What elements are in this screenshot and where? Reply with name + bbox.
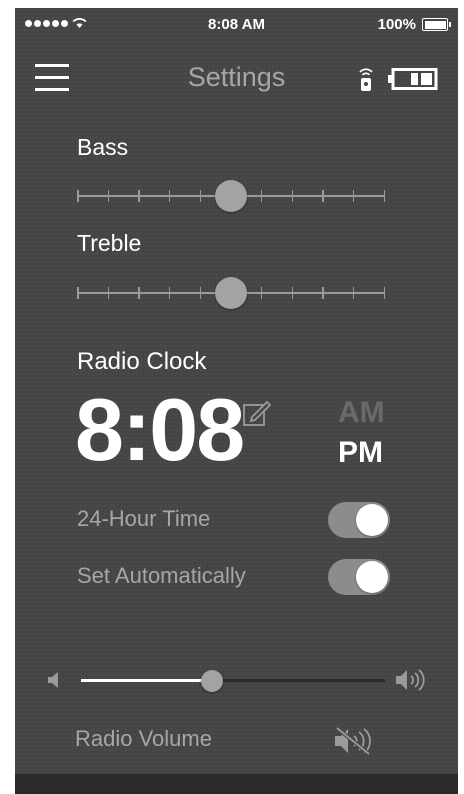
volume-high-icon xyxy=(396,669,425,691)
am-button[interactable]: AM xyxy=(338,396,385,430)
hour24-toggle-knob xyxy=(356,504,388,536)
treble-label: Treble xyxy=(77,230,142,256)
bass-slider-knob[interactable] xyxy=(215,180,247,212)
battery-icon xyxy=(422,18,451,31)
bottom-bar xyxy=(15,774,458,794)
volume-slider-track[interactable] xyxy=(81,679,385,682)
auto-set-toggle[interactable] xyxy=(328,559,390,595)
clock-time: 8:08 xyxy=(75,380,245,479)
hour24-toggle[interactable] xyxy=(328,502,390,538)
slider-tick xyxy=(107,287,110,299)
hour24-label: 24-Hour Time xyxy=(77,506,211,531)
treble-slider-knob[interactable] xyxy=(215,277,247,309)
device-battery-icon xyxy=(388,68,438,90)
nav-bar: Settings xyxy=(15,48,458,108)
slider-tick xyxy=(199,190,202,202)
slider-tick xyxy=(199,287,202,299)
slider-tick xyxy=(352,287,355,299)
status-bar: 8:08 AM 100% xyxy=(15,8,458,40)
slider-tick xyxy=(352,190,355,202)
volume-slider-knob[interactable] xyxy=(200,670,223,692)
slider-tick xyxy=(77,287,79,299)
auto-set-toggle-knob xyxy=(356,561,388,593)
pm-button[interactable]: PM xyxy=(338,436,383,470)
slider-tick xyxy=(291,190,294,202)
radio-volume-label: Radio Volume xyxy=(75,726,212,751)
slider-tick xyxy=(168,287,171,299)
slider-tick xyxy=(260,287,263,299)
radio-clock-label: Radio Clock xyxy=(77,348,207,375)
remote-control-icon[interactable] xyxy=(358,66,374,92)
slider-tick xyxy=(383,190,385,202)
slider-tick xyxy=(77,190,79,202)
slider-tick xyxy=(291,287,294,299)
bass-label: Bass xyxy=(77,134,129,160)
phone-screen: 8:08 AM 100% Settings Bass Treble Radio … xyxy=(15,8,458,794)
slider-tick xyxy=(138,287,140,299)
battery-area: 100% xyxy=(377,16,451,33)
slider-tick xyxy=(138,190,140,202)
slider-tick xyxy=(107,190,110,202)
slider-tick xyxy=(168,190,171,202)
slider-tick xyxy=(322,287,324,299)
slider-tick xyxy=(383,287,385,299)
battery-percent: 100% xyxy=(377,16,416,33)
volume-low-icon xyxy=(48,672,58,688)
speaker-muted-icon[interactable] xyxy=(333,726,375,756)
auto-set-label: Set Automatically xyxy=(77,563,246,588)
volume-slider-fill xyxy=(81,679,212,682)
slider-tick xyxy=(260,190,263,202)
edit-icon[interactable] xyxy=(243,399,273,427)
slider-tick xyxy=(322,190,324,202)
